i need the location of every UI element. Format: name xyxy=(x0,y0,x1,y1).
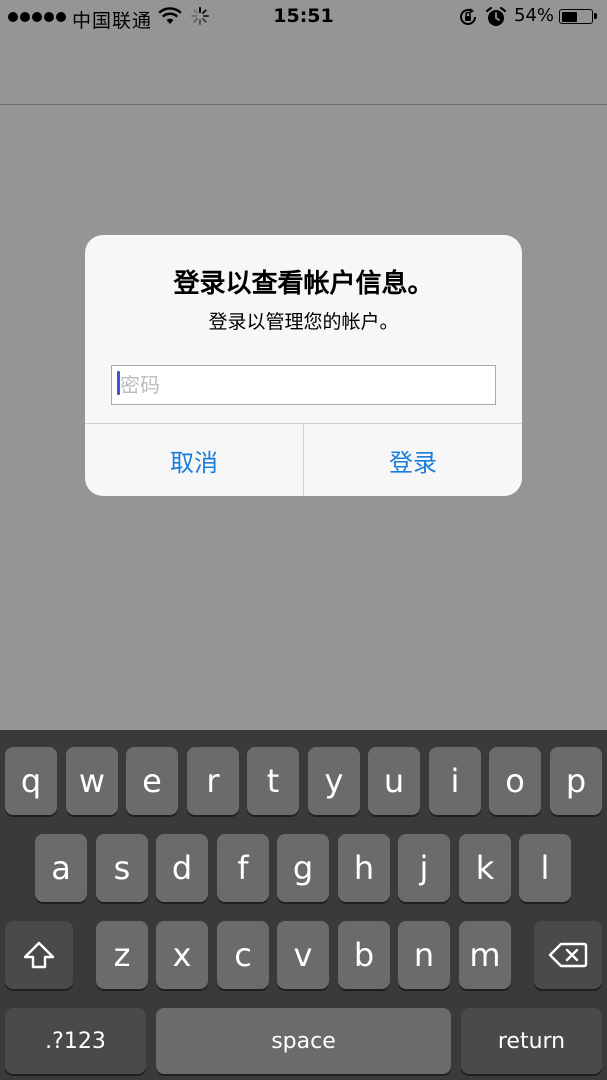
key-b[interactable]: b xyxy=(338,921,390,989)
text-cursor xyxy=(117,371,120,395)
alarm-icon xyxy=(485,6,507,26)
rotation-lock-icon xyxy=(460,8,476,25)
numbers-key[interactable]: .?123 xyxy=(5,1008,146,1074)
key-h[interactable]: h xyxy=(338,834,390,902)
key-r[interactable]: r xyxy=(187,747,239,815)
return-key[interactable]: return xyxy=(461,1008,602,1074)
key-c[interactable]: c xyxy=(217,921,269,989)
key-j[interactable]: j xyxy=(398,834,450,902)
key-q[interactable]: q xyxy=(5,747,57,815)
key-d[interactable]: d xyxy=(156,834,208,902)
key-t[interactable]: t xyxy=(247,747,299,815)
key-k[interactable]: k xyxy=(459,834,511,902)
keyboard: q w e r t y u i o p a s d f g h j k l z … xyxy=(0,730,607,1080)
key-e[interactable]: e xyxy=(126,747,178,815)
shift-icon xyxy=(23,941,55,969)
key-a[interactable]: a xyxy=(35,834,87,902)
key-y[interactable]: y xyxy=(308,747,360,815)
alert-message: 登录以管理您的帐户。 xyxy=(208,311,399,333)
key-v[interactable]: v xyxy=(277,921,329,989)
battery-percent: 54% xyxy=(514,5,555,26)
battery-fill xyxy=(561,11,577,22)
sign-in-alert: 登录以查看帐户信息。 登录以管理您的帐户。 取消 登录 xyxy=(85,235,522,496)
key-o[interactable]: o xyxy=(489,747,541,815)
status-bar: 中国联通 15:51 54% xyxy=(0,0,607,36)
navigation-bar xyxy=(0,36,607,105)
key-f[interactable]: f xyxy=(217,834,269,902)
key-w[interactable]: w xyxy=(66,747,118,815)
key-l[interactable]: l xyxy=(519,834,571,902)
shift-key[interactable] xyxy=(5,921,73,989)
key-n[interactable]: n xyxy=(398,921,450,989)
key-s[interactable]: s xyxy=(96,834,148,902)
sign-in-button[interactable]: 登录 xyxy=(304,424,522,496)
delete-key[interactable] xyxy=(534,921,602,989)
delete-backspace-icon xyxy=(548,942,588,968)
cancel-button[interactable]: 取消 xyxy=(85,424,303,496)
alert-title: 登录以查看帐户信息。 xyxy=(173,269,434,299)
key-m[interactable]: m xyxy=(459,921,511,989)
key-g[interactable]: g xyxy=(277,834,329,902)
space-key[interactable]: space xyxy=(156,1008,451,1074)
battery-icon xyxy=(559,9,597,24)
key-z[interactable]: z xyxy=(96,921,148,989)
password-field[interactable] xyxy=(111,365,496,405)
key-x[interactable]: x xyxy=(156,921,208,989)
key-p[interactable]: p xyxy=(550,747,602,815)
key-i[interactable]: i xyxy=(429,747,481,815)
key-u[interactable]: u xyxy=(368,747,420,815)
